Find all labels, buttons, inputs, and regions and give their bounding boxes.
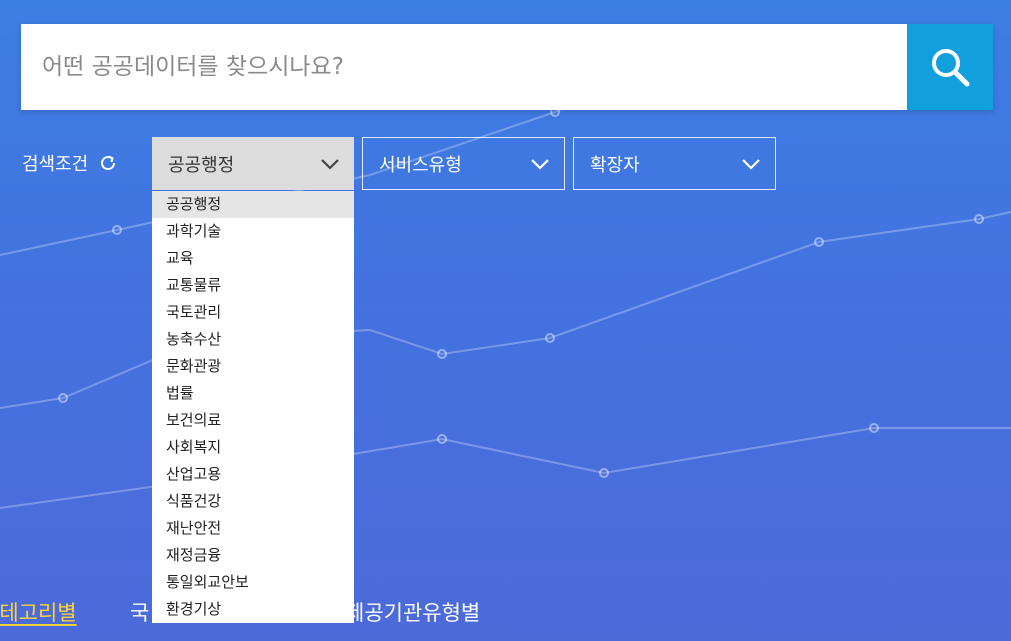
service-type-select-value: 서비스유형 [379,154,462,176]
dropdown-option[interactable]: 식품건강 [152,488,354,515]
category-select-value: 공공행정 [168,154,235,176]
tab-category[interactable]: 카테고리별 [0,597,77,627]
chevron-down-icon [531,158,549,170]
dropdown-option[interactable]: 법률 [152,380,354,407]
tab-partial[interactable]: 국 [130,597,149,627]
filter-label-text: 검색조건 [22,154,89,175]
chevron-down-icon [321,158,339,170]
search-button[interactable] [907,24,993,110]
refresh-icon[interactable] [98,153,118,173]
service-type-select[interactable]: 서비스유형 [362,137,565,190]
dropdown-option[interactable]: 문화관광 [152,353,354,380]
dropdown-option[interactable]: 공공행정 [152,191,354,218]
extension-select[interactable]: 확장자 [573,137,776,190]
dropdown-option[interactable]: 재정금융 [152,542,354,569]
dropdown-option[interactable]: 사회복지 [152,434,354,461]
tab-provider-type[interactable]: 제공기관유형별 [345,597,480,627]
category-select[interactable]: 공공행정 [152,137,354,190]
search-icon [932,49,970,87]
category-tabs: 카테고리별 국 제공기관유형별 [0,597,1011,627]
dropdown-option[interactable]: 교통물류 [152,272,354,299]
chevron-down-icon [742,158,760,170]
search-bar [21,24,993,110]
dropdown-option[interactable]: 산업고용 [152,461,354,488]
extension-select-value: 확장자 [590,154,640,176]
dropdown-option[interactable]: 재난안전 [152,515,354,542]
dropdown-option[interactable]: 통일외교안보 [152,569,354,596]
dropdown-option[interactable]: 과학기술 [152,218,354,245]
dropdown-option[interactable]: 보건의료 [152,407,354,434]
dropdown-option[interactable]: 교육 [152,245,354,272]
category-dropdown-list: 공공행정 과학기술 교육 교통물류 국토관리 농축수산 문화관광 법률 보건의료… [152,191,354,623]
dropdown-option[interactable]: 국토관리 [152,299,354,326]
dropdown-option[interactable]: 농축수산 [152,326,354,353]
search-input[interactable] [21,24,907,110]
filter-label: 검색조건 [22,150,118,176]
